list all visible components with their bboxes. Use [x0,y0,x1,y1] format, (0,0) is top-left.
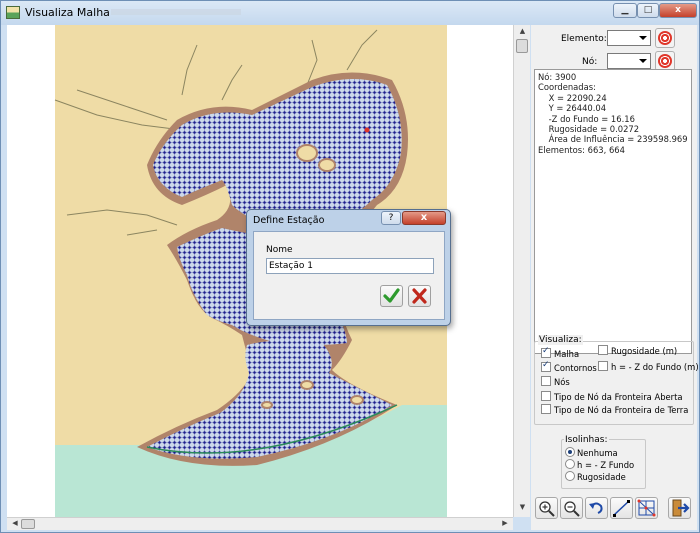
horizontal-scroll-thumb[interactable] [21,519,35,529]
zoom-in-icon [539,501,555,517]
info-line: X = 22090.24 [538,92,607,103]
line-icon [613,500,630,517]
ok-button[interactable] [380,285,403,307]
minimize-button[interactable]: ▁ [613,3,637,18]
chevron-down-icon [639,59,647,63]
no-label: Nó: [582,57,598,67]
dialog-help-button[interactable]: ? [381,211,401,225]
scroll-left-icon[interactable]: ◀ [9,519,21,530]
undo-button[interactable] [585,497,608,519]
dialog-body: Nome [253,231,445,320]
dialog-title: Define Estação [253,215,325,226]
chevron-down-icon [639,36,647,40]
malha-label: Malha [554,349,580,359]
h-z-fundo-checkbox[interactable] [598,361,608,371]
app-window: Visualiza Malha ▁ □ x ▲ ▼ ◀ ▶ Elemento: … [0,0,700,533]
info-line: Coordenadas: [538,82,596,93]
zoom-out-icon [564,501,580,517]
locate-elemento-button[interactable] [655,28,675,48]
title-bar[interactable]: Visualiza Malha ▁ □ x [1,1,699,25]
info-line: Y = 26440.04 [538,103,607,114]
contornos-label: Contornos [554,363,597,373]
isolinhas-title: Isolinhas: [564,435,609,445]
checkmark-icon [383,288,400,303]
contornos-checkbox[interactable] [541,360,551,372]
scroll-up-icon[interactable]: ▲ [516,27,529,39]
maximize-button[interactable]: □ [637,3,659,18]
info-line: Rugosidade = 0.0272 [538,124,640,135]
scroll-down-icon[interactable]: ▼ [516,503,529,515]
isolinha-h-label: h = - Z Fundo [577,460,635,470]
undo-icon [589,502,603,514]
elemento-select[interactable] [607,30,651,46]
zoom-in-button[interactable] [535,497,558,519]
nome-input[interactable] [266,258,434,274]
fronteira-terra-label: Tipo de Nó da Fronteira de Terra [554,405,689,415]
rugosidade-checkbox[interactable] [598,345,608,355]
fronteira-aberta-checkbox[interactable] [541,391,551,401]
define-estacao-dialog: Define Estação ? x Nome [246,209,451,326]
fronteira-aberta-label: Tipo de Nó da Fronteira Aberta [554,392,683,402]
scroll-right-icon[interactable]: ▶ [499,519,511,530]
node-info-box: Nó: 3900 Coordenadas: X = 22090.24 Y = 2… [534,69,692,354]
vertical-scroll-thumb[interactable] [516,39,528,53]
info-line: Nó: 3900 [538,72,577,82]
target-icon [658,31,672,45]
isolinha-rugosidade-radio[interactable] [565,471,575,481]
zoom-out-button[interactable] [560,497,583,519]
line-tool-button[interactable] [610,497,633,519]
mesh-icon [637,499,656,517]
window-title: Visualiza Malha [25,6,110,19]
horizontal-scrollbar[interactable]: ◀ ▶ [7,517,513,530]
visualiza-title: Visualiza: [538,335,583,345]
marked-node [364,127,370,133]
isolinha-h-radio[interactable] [565,459,575,469]
control-panel: Elemento: Nó: Nó: 3900 Coordenadas: X = … [531,25,699,530]
info-line: Elementos: 663, 664 [538,144,625,155]
rugosidade-label: Rugosidade (m) [611,346,678,356]
mesh-tool-button[interactable] [635,497,658,519]
close-button[interactable]: x [659,3,697,18]
h-z-fundo-label: h = - Z do Fundo (m) [611,362,699,372]
isolinha-nenhuma-radio[interactable] [565,447,575,457]
nome-label: Nome [266,245,293,255]
vertical-scrollbar[interactable]: ▲ ▼ [513,25,530,517]
fronteira-terra-checkbox[interactable] [541,404,551,414]
cross-icon [412,288,427,304]
elemento-label: Elemento: [561,34,607,44]
isolinha-nenhuma-label: Nenhuma [577,448,618,458]
cancel-button[interactable] [408,285,431,307]
exit-button[interactable] [668,497,691,519]
no-select[interactable] [607,53,651,69]
title-ghost-text [111,9,241,15]
target-icon [658,54,672,68]
info-line: -Z do Fundo = 16.16 [538,113,635,124]
dialog-close-button[interactable]: x [402,211,446,225]
exit-icon [672,499,690,517]
nos-label: Nós [554,377,570,387]
malha-checkbox[interactable] [541,346,551,358]
locate-no-button[interactable] [655,51,675,71]
nos-checkbox[interactable] [541,376,551,386]
isolinha-rugosidade-label: Rugosidade [577,472,626,482]
app-icon [6,6,20,19]
info-line: Área de Influência = 239598.969 [538,134,688,145]
